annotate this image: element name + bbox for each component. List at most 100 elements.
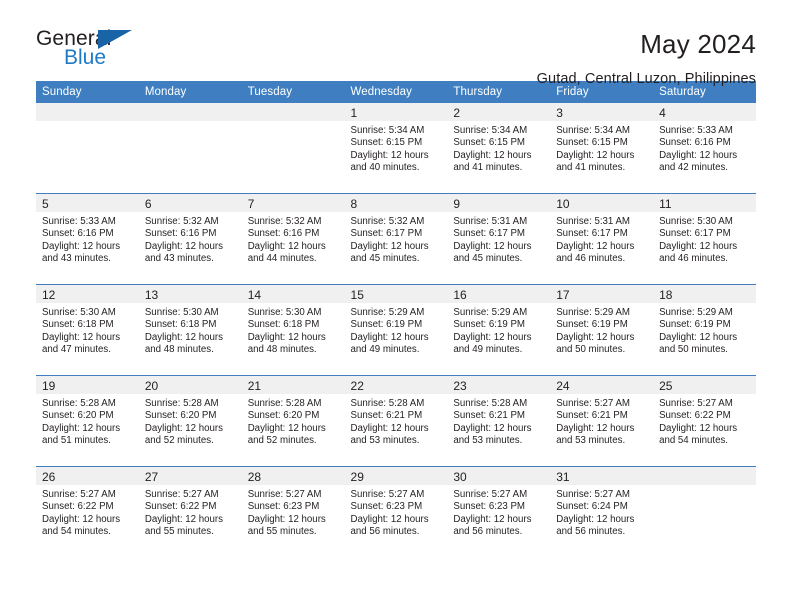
sunset-text: Sunset: 6:23 PM xyxy=(247,501,320,513)
daylight-text-cont: and 41 minutes. xyxy=(556,162,626,174)
day-cell[interactable]: 10 Sunrise: 5:31 AM Sunset: 6:17 PM Dayligh… xyxy=(550,194,654,284)
day-details xyxy=(242,121,345,125)
day-details: Sunrise: 5:33 AM Sunset: 6:16 PM Daylight:… xyxy=(36,212,139,266)
day-cell[interactable]: 3 Sunrise: 5:34 AM Sunset: 6:15 PM Daylight… xyxy=(550,103,654,193)
day-number: 5 xyxy=(42,197,49,211)
day-cell[interactable]: 5 Sunrise: 5:33 AM Sunset: 6:16 PM Daylight… xyxy=(36,194,139,284)
day-number-band: 11 xyxy=(653,194,756,212)
day-cell[interactable]: 29 Sunrise: 5:27 AM Sunset: 6:23 PM Dayligh… xyxy=(344,467,448,557)
daylight-text: Daylight: 12 hours xyxy=(350,422,429,434)
daylight-text: Daylight: 12 hours xyxy=(556,422,635,434)
calendar-cell: 20 Sunrise: 5:28 AM Sunset: 6:20 PM Dayligh… xyxy=(138,375,242,467)
day-cell[interactable]: 9 Sunrise: 5:31 AM Sunset: 6:17 PM Daylight… xyxy=(447,194,551,284)
calendar-cell xyxy=(138,103,242,194)
day-number-band xyxy=(138,103,242,121)
sunrise-text: Sunrise: 5:29 AM xyxy=(350,307,425,318)
day-number: 3 xyxy=(556,106,563,120)
daylight-text: Daylight: 12 hours xyxy=(42,513,121,525)
day-cell[interactable]: 23 Sunrise: 5:28 AM Sunset: 6:21 PM Dayligh… xyxy=(447,376,551,466)
daylight-text-cont: and 53 minutes. xyxy=(453,435,523,447)
day-cell[interactable]: 19 Sunrise: 5:28 AM Sunset: 6:20 PM Dayligh… xyxy=(36,376,139,466)
calendar-cell: 23 Sunrise: 5:28 AM Sunset: 6:21 PM Dayligh… xyxy=(447,375,551,467)
day-number: 24 xyxy=(556,379,570,393)
day-details xyxy=(653,485,756,489)
day-cell[interactable]: 7 Sunrise: 5:32 AM Sunset: 6:16 PM Daylight… xyxy=(241,194,345,284)
day-details: Sunrise: 5:30 AM Sunset: 6:18 PM Daylight:… xyxy=(139,303,242,357)
sunset-text: Sunset: 6:17 PM xyxy=(556,228,628,240)
day-cell[interactable]: 1 Sunrise: 5:34 AM Sunset: 6:15 PM Daylight… xyxy=(344,103,448,193)
day-cell[interactable]: 4 Sunrise: 5:33 AM Sunset: 6:16 PM Daylight… xyxy=(653,103,756,193)
calendar-cell: 3 Sunrise: 5:34 AM Sunset: 6:15 PM Daylight… xyxy=(550,103,654,194)
day-cell[interactable]: 17 Sunrise: 5:29 AM Sunset: 6:19 PM Dayligh… xyxy=(550,285,654,375)
day-cell[interactable]: 16 Sunrise: 5:29 AM Sunset: 6:19 PM Dayligh… xyxy=(447,285,551,375)
calendar-body: 1 Sunrise: 5:34 AM Sunset: 6:15 PM Daylight… xyxy=(36,103,756,557)
sunrise-text: Sunrise: 5:27 AM xyxy=(42,489,116,500)
daylight-text: Daylight: 12 hours xyxy=(453,513,532,525)
day-cell[interactable]: 24 Sunrise: 5:27 AM Sunset: 6:21 PM Dayligh… xyxy=(550,376,654,466)
daylight-text-cont: and 52 minutes. xyxy=(144,435,214,447)
day-cell[interactable]: 21 Sunrise: 5:28 AM Sunset: 6:20 PM Dayligh… xyxy=(241,376,345,466)
sunrise-text: Sunrise: 5:28 AM xyxy=(247,398,322,409)
daylight-text: Daylight: 12 hours xyxy=(350,149,429,161)
day-number-band: 4 xyxy=(653,103,756,121)
general-blue-logo[interactable]: General Blue xyxy=(36,28,156,74)
sunset-text: Sunset: 6:17 PM xyxy=(659,228,731,240)
day-details: Sunrise: 5:34 AM Sunset: 6:15 PM Daylight:… xyxy=(550,121,653,175)
calendar-cell: 25 Sunrise: 5:27 AM Sunset: 6:22 PM Dayligh… xyxy=(653,375,756,467)
daylight-text-cont: and 50 minutes. xyxy=(556,344,626,356)
daylight-text: Daylight: 12 hours xyxy=(453,422,532,434)
day-cell[interactable]: 12 Sunrise: 5:30 AM Sunset: 6:18 PM Dayligh… xyxy=(36,285,139,375)
sunset-text: Sunset: 6:21 PM xyxy=(556,410,628,422)
day-cell[interactable]: 26 Sunrise: 5:27 AM Sunset: 6:22 PM Dayligh… xyxy=(36,467,139,557)
day-number: 2 xyxy=(453,106,461,120)
day-cell[interactable]: 11 Sunrise: 5:30 AM Sunset: 6:17 PM Dayligh… xyxy=(653,194,756,284)
day-cell[interactable]: 22 Sunrise: 5:28 AM Sunset: 6:21 PM Dayligh… xyxy=(344,376,448,466)
day-number-band: 8 xyxy=(344,194,448,212)
day-number: 8 xyxy=(350,197,358,211)
day-number: 9 xyxy=(453,197,461,211)
daylight-text: Daylight: 12 hours xyxy=(659,240,738,252)
day-cell[interactable]: 6 Sunrise: 5:32 AM Sunset: 6:16 PM Daylight… xyxy=(138,194,242,284)
day-cell[interactable]: 13 Sunrise: 5:30 AM Sunset: 6:18 PM Dayligh… xyxy=(138,285,242,375)
sunrise-text: Sunrise: 5:30 AM xyxy=(42,307,116,318)
day-details: Sunrise: 5:27 AM Sunset: 6:23 PM Daylight:… xyxy=(242,485,345,539)
day-number-band: 7 xyxy=(241,194,345,212)
day-cell[interactable]: 31 Sunrise: 5:27 AM Sunset: 6:24 PM Dayligh… xyxy=(550,467,654,557)
calendar-cell: 17 Sunrise: 5:29 AM Sunset: 6:19 PM Dayligh… xyxy=(550,284,654,376)
title-block: May 2024 Gutad, Central Luzon, Philippin… xyxy=(537,28,756,87)
day-number-band: 31 xyxy=(550,467,654,485)
daylight-text: Daylight: 12 hours xyxy=(556,240,635,252)
week-row: 5 Sunrise: 5:33 AM Sunset: 6:16 PM Daylight… xyxy=(36,193,756,285)
sunset-text: Sunset: 6:20 PM xyxy=(42,410,114,422)
day-cell[interactable]: 28 Sunrise: 5:27 AM Sunset: 6:23 PM Dayligh… xyxy=(241,467,345,557)
day-number-band: 21 xyxy=(241,376,345,394)
sunset-text: Sunset: 6:15 PM xyxy=(350,137,423,149)
sunrise-text: Sunrise: 5:29 AM xyxy=(659,307,733,318)
page-header: General Blue May 2024 Gutad, Central Luz… xyxy=(36,0,756,87)
calendar-cell: 11 Sunrise: 5:30 AM Sunset: 6:17 PM Dayligh… xyxy=(653,193,756,285)
day-cell[interactable]: 25 Sunrise: 5:27 AM Sunset: 6:22 PM Dayligh… xyxy=(653,376,756,466)
day-cell[interactable]: 30 Sunrise: 5:27 AM Sunset: 6:23 PM Dayligh… xyxy=(447,467,551,557)
day-cell[interactable]: 18 Sunrise: 5:29 AM Sunset: 6:19 PM Dayligh… xyxy=(653,285,756,375)
day-number-band: 30 xyxy=(447,467,551,485)
day-details: Sunrise: 5:34 AM Sunset: 6:15 PM Daylight:… xyxy=(345,121,448,175)
day-cell[interactable]: 8 Sunrise: 5:32 AM Sunset: 6:17 PM Daylight… xyxy=(344,194,448,284)
daylight-text: Daylight: 12 hours xyxy=(247,240,326,252)
day-number: 17 xyxy=(556,288,570,302)
calendar-cell: 1 Sunrise: 5:34 AM Sunset: 6:15 PM Daylight… xyxy=(344,103,448,194)
day-cell[interactable]: 27 Sunrise: 5:27 AM Sunset: 6:22 PM Dayligh… xyxy=(138,467,242,557)
sunset-text: Sunset: 6:23 PM xyxy=(453,501,525,513)
daylight-text: Daylight: 12 hours xyxy=(350,513,429,525)
day-cell[interactable]: 15 Sunrise: 5:29 AM Sunset: 6:19 PM Dayligh… xyxy=(344,285,448,375)
day-cell[interactable]: 2 Sunrise: 5:34 AM Sunset: 6:15 PM Daylight… xyxy=(447,103,551,193)
weekday-header-thursday: Thursday xyxy=(447,81,551,103)
sunrise-text: Sunrise: 5:30 AM xyxy=(659,216,733,227)
day-number-band: 16 xyxy=(447,285,551,303)
week-row: 19 Sunrise: 5:28 AM Sunset: 6:20 PM Dayligh… xyxy=(36,375,756,467)
daylight-text-cont: and 49 minutes. xyxy=(453,344,523,356)
day-cell[interactable]: 14 Sunrise: 5:30 AM Sunset: 6:18 PM Dayligh… xyxy=(241,285,345,375)
daylight-text: Daylight: 12 hours xyxy=(247,422,326,434)
daylight-text: Daylight: 12 hours xyxy=(659,149,738,161)
day-cell[interactable]: 20 Sunrise: 5:28 AM Sunset: 6:20 PM Dayligh… xyxy=(138,376,242,466)
day-details: Sunrise: 5:30 AM Sunset: 6:18 PM Daylight:… xyxy=(36,303,139,357)
